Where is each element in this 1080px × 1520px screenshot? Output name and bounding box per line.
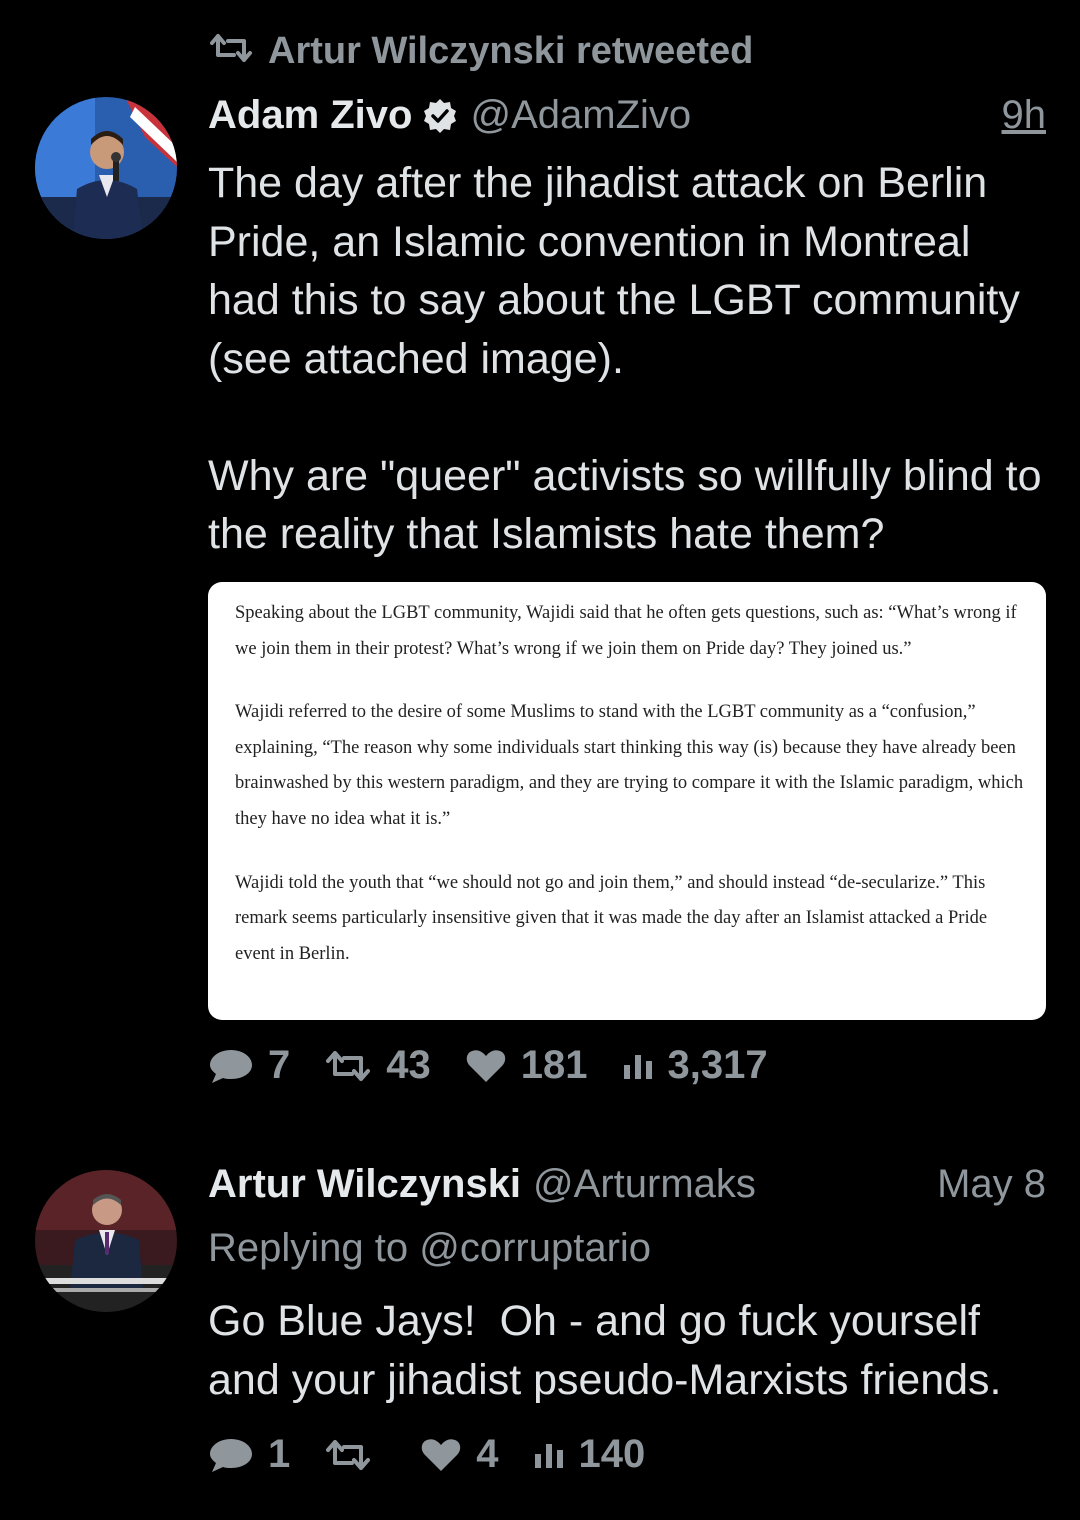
like-button[interactable]: 4 — [420, 1432, 499, 1477]
reply-button[interactable]: 7 — [208, 1043, 290, 1088]
tweet-header: Adam Zivo @AdamZivo 9h — [208, 92, 1046, 138]
tweet-timestamp[interactable]: 9h — [1002, 93, 1047, 138]
tweet-text: The day after the jihadist attack on Ber… — [208, 159, 1042, 558]
retweet-arrows-icon — [326, 1439, 371, 1470]
tweet-header: Artur Wilczynski @Arturmaks May 8 — [208, 1162, 1046, 1207]
bar-chart-icon — [623, 1054, 652, 1079]
like-count: 181 — [520, 1043, 588, 1087]
tweet-actions: 1 4 140 — [208, 1432, 679, 1477]
author-name[interactable]: Adam Zivo — [208, 93, 412, 138]
reply-count: 1 — [268, 1432, 291, 1476]
speech-bubble-icon — [210, 1438, 252, 1472]
quote-paragraph: Wajidi told the youth that “we should no… — [235, 872, 988, 964]
bar-chart-icon — [534, 1443, 563, 1468]
retweet-count: 43 — [386, 1043, 431, 1087]
retweet-button[interactable] — [324, 1439, 386, 1471]
replying-to-mention[interactable]: @corruptario — [419, 1226, 651, 1270]
views-button[interactable]: 140 — [533, 1432, 646, 1477]
tweet-text: Go Blue Jays! Oh - and go fuck yourself … — [208, 1297, 1002, 1404]
replying-to-label: Replying to — [208, 1226, 409, 1270]
view-count: 3,317 — [667, 1043, 768, 1087]
reply-button[interactable]: 1 — [208, 1432, 290, 1477]
view-count: 140 — [578, 1432, 646, 1476]
heart-icon — [466, 1049, 505, 1082]
retweet-button[interactable]: 43 — [324, 1043, 431, 1088]
quote-paragraph: Wajidi referred to the desire of some Mu… — [235, 702, 1024, 829]
author-handle[interactable]: @AdamZivo — [470, 93, 691, 138]
quote-paragraph: Speaking about the LGBT community, Wajid… — [235, 603, 1017, 659]
verified-check-icon — [422, 98, 458, 134]
reply-count: 7 — [268, 1043, 291, 1087]
heart-icon — [422, 1438, 461, 1471]
speech-bubble-icon — [210, 1049, 252, 1083]
retweet-context[interactable]: Artur Wilczynski retweeted — [208, 30, 753, 73]
replying-to: Replying to @corruptario — [208, 1226, 651, 1271]
like-button[interactable]: 181 — [465, 1043, 588, 1088]
retweet-context-icon — [208, 30, 254, 73]
retweet-context-text: Artur Wilczynski retweeted — [268, 30, 754, 72]
views-button[interactable]: 3,317 — [622, 1043, 768, 1088]
author-handle[interactable]: @Arturmaks — [533, 1162, 756, 1207]
avatar[interactable] — [35, 1170, 177, 1312]
tweet-actions: 7 43 181 3,317 — [208, 1043, 802, 1088]
avatar[interactable] — [35, 97, 177, 239]
attached-image[interactable]: Speaking about the LGBT community, Wajid… — [208, 582, 1046, 1020]
retweet-arrows-icon — [326, 1050, 371, 1081]
like-count: 4 — [476, 1432, 499, 1476]
author-name[interactable]: Artur Wilczynski — [208, 1162, 521, 1207]
tweet-timestamp[interactable]: May 8 — [937, 1162, 1046, 1207]
